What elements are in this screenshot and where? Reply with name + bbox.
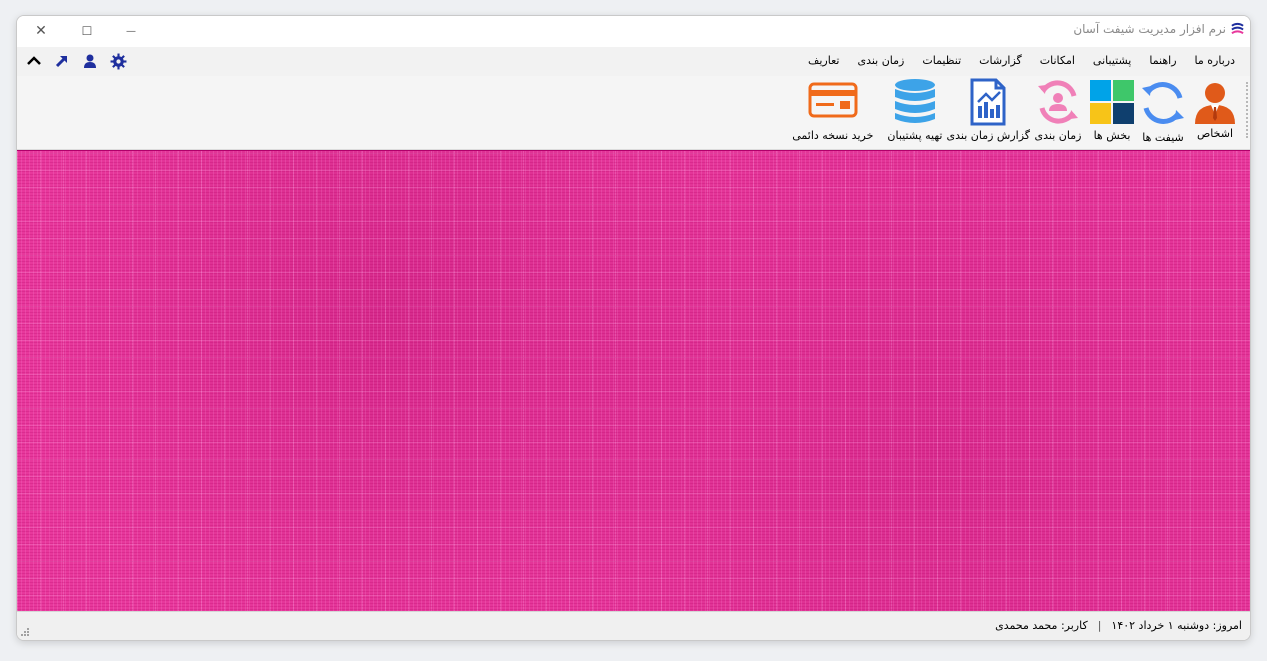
gear-icon (110, 53, 126, 69)
shifts-label: شیفت ها (1142, 131, 1184, 144)
report-icon (970, 78, 1006, 126)
status-date: امروز: دوشنبه ۱ خرداد ۱۴۰۲ (1111, 619, 1242, 632)
close-icon: ✕ (35, 23, 47, 39)
card-icon (808, 82, 858, 118)
sections-button[interactable]: بخش ها (1088, 76, 1136, 142)
scheduling-label: زمان بندی (1034, 129, 1082, 142)
menu-reports[interactable]: گزارشات (970, 54, 1031, 67)
status-bar: امروز: دوشنبه ۱ خرداد ۱۴۰۲ | کاربر: محمد… (17, 611, 1250, 640)
minimize-icon: — (126, 25, 136, 37)
resize-grip-icon[interactable] (20, 627, 30, 637)
title-bar: ✕ ☐ — نرم افزار مدیریت شیفت آسان (17, 16, 1250, 47)
settings-button[interactable] (109, 52, 127, 70)
user-icon (84, 54, 96, 68)
maximize-button[interactable]: ☐ (65, 16, 109, 46)
menu-help[interactable]: راهنما (1140, 54, 1185, 67)
status-separator: | (1097, 619, 1102, 632)
toolbar-grip[interactable] (1246, 82, 1248, 138)
status-text: امروز: دوشنبه ۱ خرداد ۱۴۰۲ | کاربر: محمد… (995, 619, 1242, 632)
ribbon-toolbar: اشخاص شیفت ها بخش ها زمان بندی گزارش زما… (17, 76, 1250, 150)
toolbar-items: اشخاص شیفت ها بخش ها زمان بندی گزارش زما… (780, 76, 1238, 150)
menu-settings[interactable]: تنظیمات (913, 54, 970, 67)
scheduling-button[interactable]: زمان بندی (1034, 76, 1082, 142)
app-logo-icon (1231, 22, 1244, 35)
database-icon (894, 79, 935, 123)
people-label: اشخاص (1196, 127, 1234, 140)
open-external-button[interactable] (53, 52, 71, 70)
grid-icon (1090, 80, 1134, 124)
sections-label: بخش ها (1093, 129, 1131, 142)
minimize-button[interactable]: — (109, 16, 153, 46)
shifts-button[interactable]: شیفت ها (1138, 76, 1188, 144)
collapse-ribbon-button[interactable] (25, 52, 43, 70)
arrow-up-right-icon (55, 55, 68, 68)
menu-scheduling[interactable]: زمان بندی (848, 54, 913, 67)
menu-support[interactable]: پشتیبانی (1084, 54, 1140, 67)
refresh-icon (1142, 82, 1184, 124)
buy-license-button[interactable]: خرید نسخه دائمی (792, 76, 873, 142)
backup-label: تهیه پشتیبان (887, 129, 943, 142)
menu-items: تعاریف زمان بندی تنظیمات گزارشات امکانات… (799, 54, 1244, 67)
menu-features[interactable]: امکانات (1031, 54, 1084, 67)
close-button[interactable]: ✕ (19, 16, 63, 46)
schedule-report-button[interactable]: گزارش زمان بندی (946, 76, 1031, 142)
chevron-up-icon (27, 56, 41, 65)
people-button[interactable]: اشخاص (1192, 76, 1238, 140)
status-user: کاربر: محمد محمدی (995, 619, 1088, 632)
window-title: نرم افزار مدیریت شیفت آسان (1073, 22, 1226, 36)
menu-definitions[interactable]: تعاریف (799, 54, 848, 67)
app-window: ✕ ☐ — نرم افزار مدیریت شیفت آسان تعاریف … (16, 15, 1251, 641)
quick-tools (25, 52, 127, 70)
backup-button[interactable]: تهیه پشتیبان (887, 76, 943, 142)
schedule-report-label: گزارش زمان بندی (946, 129, 1031, 142)
user-account-button[interactable] (81, 52, 99, 70)
user-cycle-icon (1038, 80, 1078, 124)
menu-bar: تعاریف زمان بندی تنظیمات گزارشات امکانات… (17, 47, 1250, 76)
menu-about[interactable]: درباره ما (1186, 54, 1244, 67)
person-icon (1195, 83, 1235, 124)
buy-license-label: خرید نسخه دائمی (792, 129, 874, 142)
main-workspace (17, 150, 1250, 613)
maximize-icon: ☐ (81, 24, 93, 38)
